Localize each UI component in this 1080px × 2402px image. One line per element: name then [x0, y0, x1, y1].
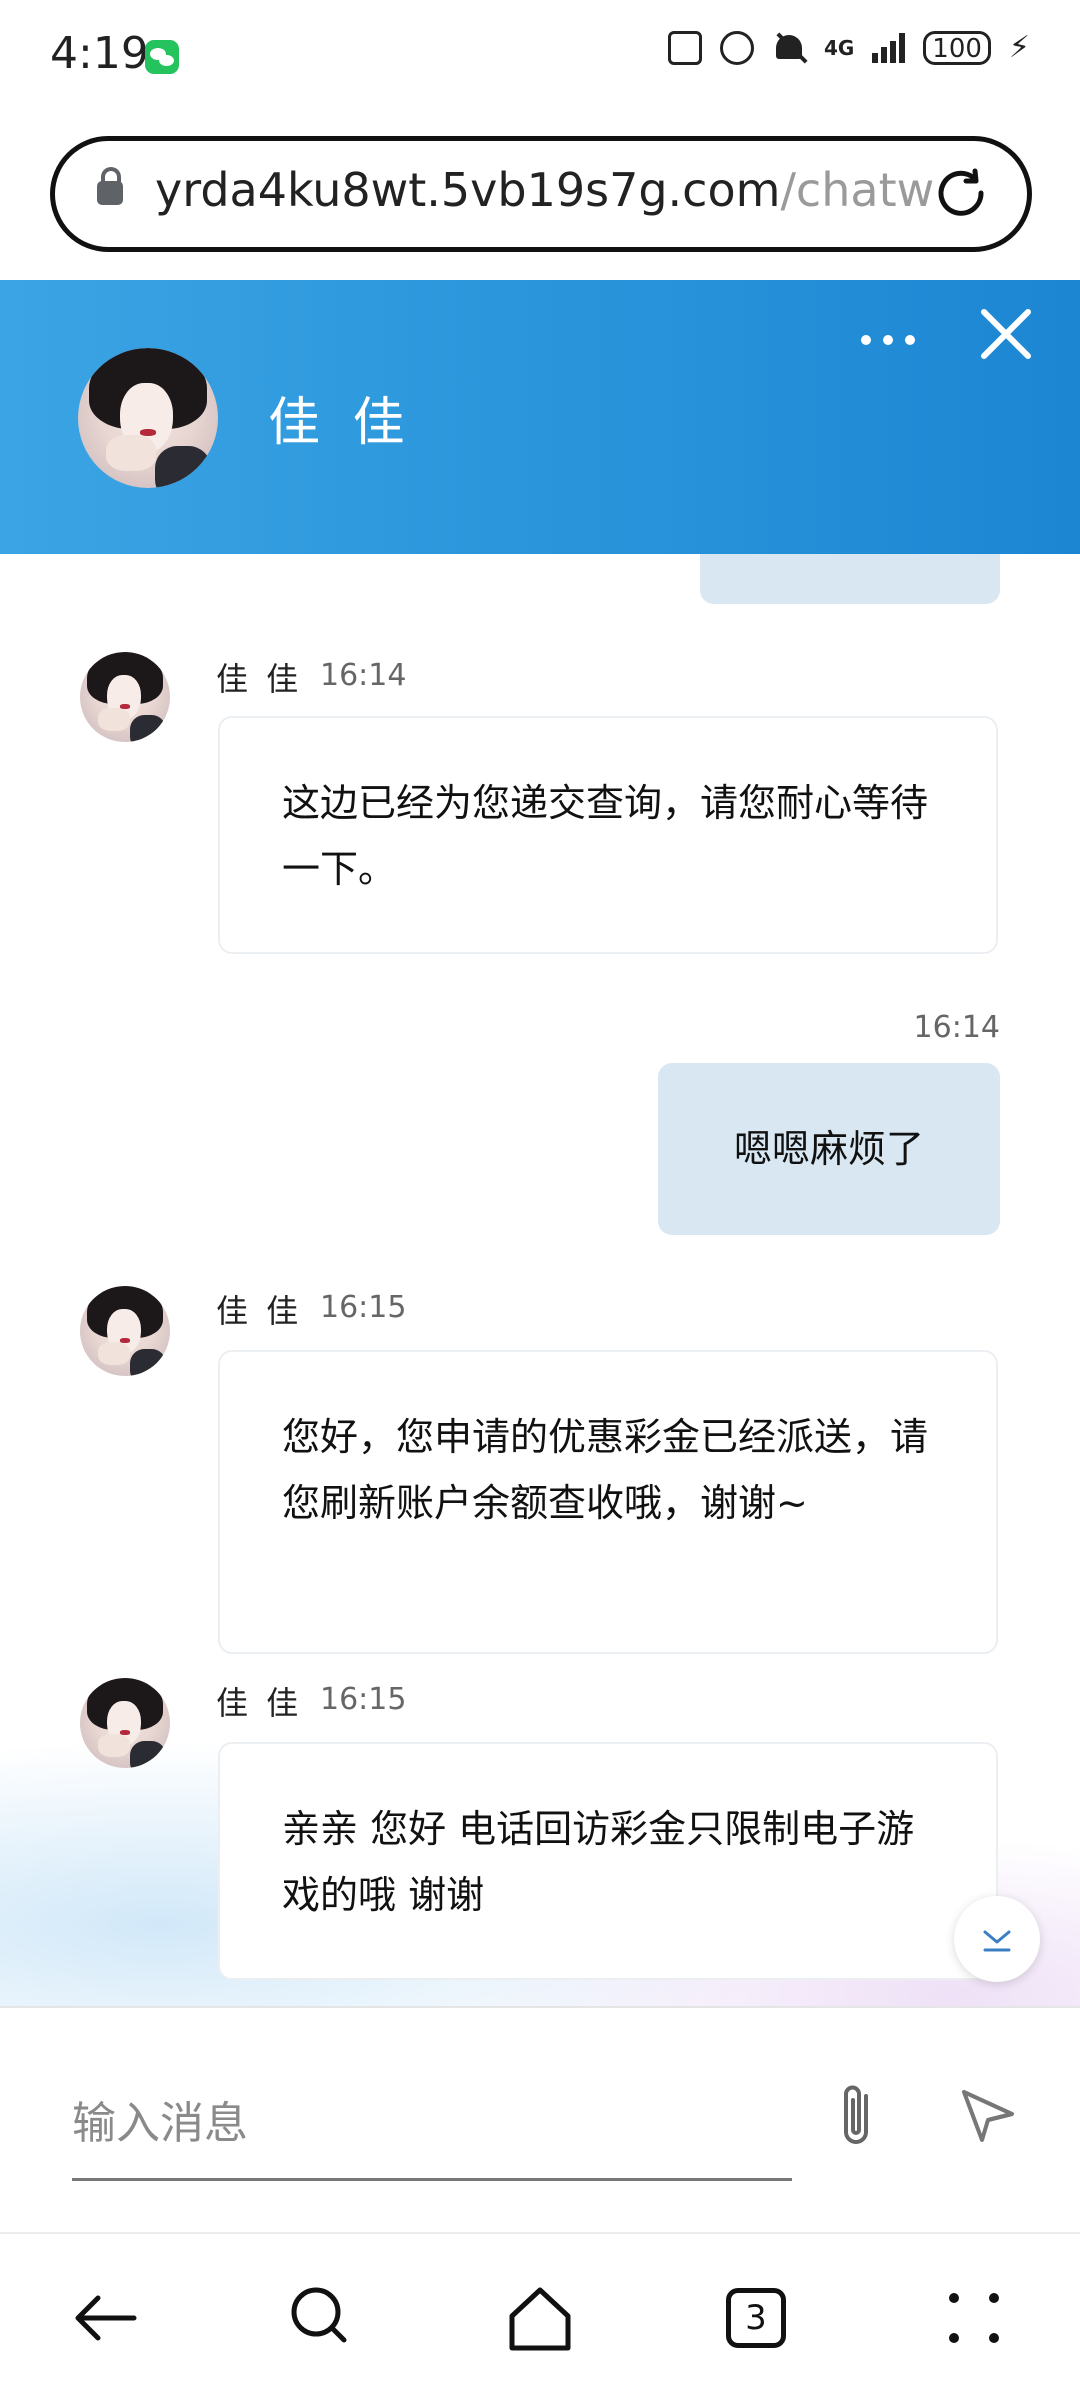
url-path: /chatw [780, 163, 935, 217]
chevron-down-icon [983, 1930, 1011, 1952]
message-sender: 佳 佳 [216, 660, 303, 698]
mute-icon [772, 31, 806, 65]
outgoing-message-bubble: 嗯嗯麻烦了 [658, 1063, 1000, 1235]
browser-nav-bar: 3 [0, 2232, 1080, 2402]
message-avatar [80, 1678, 170, 1768]
tab-count: 3 [726, 2288, 786, 2348]
reload-icon[interactable] [935, 167, 987, 219]
charging-icon: ⚡ [1008, 30, 1030, 65]
lock-icon [97, 167, 123, 205]
signal-icon [872, 32, 906, 63]
agent-avatar [78, 348, 218, 488]
send-icon[interactable] [958, 2084, 1018, 2144]
message-time: 16:14 [913, 1010, 1000, 1045]
address-bar[interactable]: yrda4ku8wt.5vb19s7g.com/chatw [50, 136, 1032, 252]
message-time: 16:15 [320, 1290, 407, 1325]
message-avatar [80, 1286, 170, 1376]
incoming-message-bubble: 这边已经为您递交查询，请您耐心等待一下。 [218, 716, 998, 954]
status-icons: 4G 100 ⚡ [667, 30, 1030, 65]
status-bar: 4:19 4G 100 ⚡ [0, 0, 1080, 120]
network-type: 4G [823, 35, 855, 60]
search-icon[interactable] [286, 2282, 358, 2354]
message-avatar [80, 652, 170, 742]
scroll-to-bottom-button[interactable] [954, 1896, 1040, 1982]
message-composer [0, 2006, 1080, 2234]
previous-outgoing-bubble [700, 554, 1000, 604]
incoming-message-bubble: 亲亲 您好 电话回访彩金只限制电子游戏的哦 谢谢 [218, 1742, 998, 1980]
url-text[interactable]: yrda4ku8wt.5vb19s7g.com/chatw [155, 163, 945, 217]
message-time: 16:14 [320, 658, 407, 693]
battery-level: 100 [923, 30, 991, 65]
back-icon[interactable] [70, 2282, 142, 2354]
alarm-icon [719, 30, 754, 65]
home-icon[interactable] [504, 2282, 576, 2354]
wechat-notification-icon [145, 40, 179, 74]
more-options-icon[interactable] [858, 330, 918, 350]
message-sender: 佳 佳 [216, 1684, 303, 1722]
message-sender: 佳 佳 [216, 1292, 303, 1330]
message-time: 16:15 [320, 1682, 407, 1717]
status-time: 4:19 [50, 28, 149, 79]
chat-header: 佳 佳 [0, 280, 1080, 554]
url-domain: yrda4ku8wt.5vb19s7g.com [155, 163, 781, 217]
agent-name: 佳 佳 [268, 393, 413, 453]
nfc-icon [667, 30, 702, 65]
incoming-message-bubble: 您好，您申请的优惠彩金已经派送，请您刷新账户余额查收哦，谢谢~ [218, 1350, 998, 1654]
message-input[interactable] [72, 2068, 792, 2181]
close-icon[interactable] [980, 308, 1032, 360]
attachment-icon[interactable] [832, 2080, 882, 2150]
menu-icon[interactable] [938, 2282, 1010, 2354]
tabs-button[interactable]: 3 [720, 2282, 792, 2354]
message-list[interactable]: 佳 佳 16:14 这边已经为您递交查询，请您耐心等待一下。 16:14 嗯嗯麻… [0, 554, 1080, 2006]
